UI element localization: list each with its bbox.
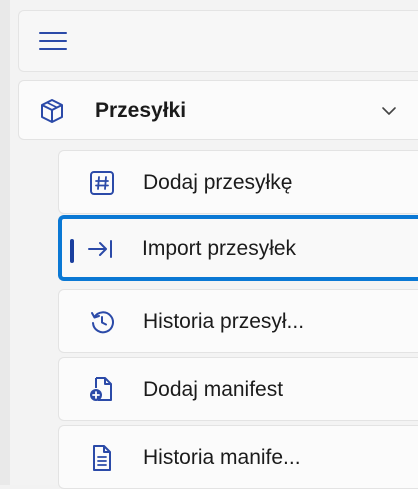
- hamburger-menu-icon[interactable]: [39, 29, 67, 51]
- nav-group-przesylki[interactable]: Przesyłki: [18, 80, 418, 140]
- nav-item-label: Dodaj przesyłkę: [143, 171, 293, 194]
- arrow-right-to-bar-icon: [88, 240, 112, 258]
- nav-item-historia-przesylek[interactable]: Historia przesył...: [58, 289, 418, 353]
- nav-item-label: Historia przesył...: [143, 310, 305, 333]
- hash-icon: [90, 171, 114, 195]
- menu-row: [18, 10, 418, 72]
- package-box-icon: [41, 99, 63, 123]
- document-list-icon: [93, 445, 111, 471]
- nav-item-dodaj-przesylke[interactable]: Dodaj przesyłkę: [58, 150, 418, 214]
- nav-item-label: Import przesyłek: [142, 237, 297, 260]
- navigation-pane: Przesyłki Dodaj przesyłkę Import przesył…: [0, 0, 418, 489]
- nav-item-label: Historia manife...: [143, 446, 301, 469]
- nav-item-import-przesylek[interactable]: Import przesyłek: [58, 215, 418, 281]
- history-clock-icon: [91, 311, 114, 334]
- nav-item-historia-manifestow[interactable]: Historia manife...: [58, 425, 418, 489]
- nav-item-dodaj-manifest[interactable]: Dodaj manifest: [58, 357, 418, 421]
- selection-indicator: [70, 239, 74, 263]
- left-rail: [0, 0, 10, 485]
- nav-group-label: Przesyłki: [95, 99, 187, 122]
- add-document-icon: [90, 377, 112, 401]
- chevron-down-icon[interactable]: [381, 105, 397, 117]
- nav-item-label: Dodaj manifest: [143, 378, 284, 401]
